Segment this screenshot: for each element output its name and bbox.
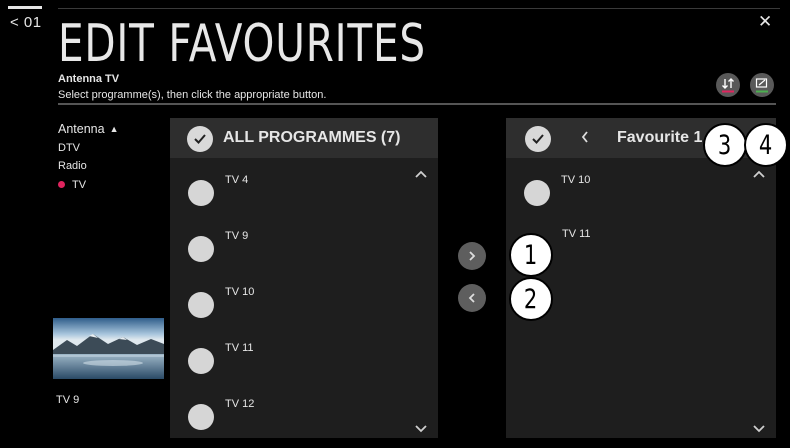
favourite-checkbox[interactable] <box>524 180 550 206</box>
edit-icon <box>755 78 768 93</box>
callout-marker: 3 <box>703 123 747 167</box>
scroll-up-icon[interactable] <box>752 168 766 182</box>
favourite-row[interactable]: TV 10 <box>506 168 776 224</box>
all-programmes-header: ALL PROGRAMMES (7) <box>170 118 438 158</box>
source-name: Antenna TV <box>58 73 120 85</box>
edit-favourite-button[interactable] <box>750 73 774 97</box>
selected-dot-icon <box>58 181 65 188</box>
back-indicator-bar <box>8 6 42 9</box>
sidebar-item-label: TV <box>72 179 87 191</box>
close-icon[interactable]: ✕ <box>758 12 772 31</box>
programme-label: TV 4 <box>225 174 249 186</box>
preview-image <box>53 318 164 379</box>
favourite-panel: Favourite 1 TV 10 TV 11 <box>506 118 776 438</box>
programme-label: TV 12 <box>225 398 255 410</box>
programme-checkbox[interactable] <box>188 236 214 262</box>
scroll-up-icon[interactable] <box>414 168 428 182</box>
select-all-favourite-checkbox[interactable] <box>525 126 551 152</box>
programme-checkbox[interactable] <box>188 180 214 206</box>
chevron-left-icon <box>468 293 475 303</box>
programme-checkbox[interactable] <box>188 404 214 430</box>
programme-checkbox[interactable] <box>188 348 214 374</box>
all-programmes-title: ALL PROGRAMMES (7) <box>223 129 401 146</box>
sidebar-item-tv[interactable]: TV <box>58 179 86 191</box>
sidebar-header[interactable]: Antenna ▲ <box>58 122 119 136</box>
programme-label: TV 10 <box>225 286 255 298</box>
favourite-label: TV 11 <box>562 228 591 240</box>
callout-marker: 4 <box>744 123 788 167</box>
sidebar-item-radio[interactable]: Radio <box>58 160 87 172</box>
back-button[interactable]: < 01 <box>10 14 42 31</box>
instructions-text: Select programme(s), then click the appr… <box>58 89 327 101</box>
programme-row[interactable]: TV 10 <box>170 280 438 336</box>
page-title: EDIT FAVOURITES <box>58 14 426 74</box>
scroll-down-icon[interactable] <box>414 422 428 436</box>
programme-label: TV 9 <box>225 230 249 242</box>
header-divider <box>58 103 776 105</box>
callout-marker: 2 <box>509 277 553 321</box>
sidebar-item-dtv[interactable]: DTV <box>58 142 80 154</box>
callout-marker: 1 <box>509 233 553 277</box>
top-divider <box>58 8 780 9</box>
add-to-favourite-button[interactable] <box>458 242 486 270</box>
favourite-group-title: Favourite 1 <box>617 129 703 146</box>
programme-checkbox[interactable] <box>188 292 214 318</box>
previous-group-button[interactable] <box>580 130 590 149</box>
sidebar-header-label: Antenna <box>58 122 105 136</box>
programme-label: TV 11 <box>225 342 254 354</box>
select-all-checkbox[interactable] <box>187 126 213 152</box>
check-icon <box>532 134 544 144</box>
chevron-right-icon <box>469 251 476 261</box>
reorder-icon <box>722 78 734 93</box>
programme-row[interactable]: TV 12 <box>170 392 438 448</box>
check-icon <box>194 134 206 144</box>
reorder-button[interactable] <box>716 73 740 97</box>
remove-from-favourite-button[interactable] <box>458 284 486 312</box>
favourite-label: TV 10 <box>561 174 591 186</box>
chevron-left-icon <box>581 131 588 143</box>
preview-label: TV 9 <box>56 394 80 406</box>
all-programmes-panel: ALL PROGRAMMES (7) TV 4 TV 9 TV 10 TV 11… <box>170 118 438 438</box>
chevron-up-icon: ▲ <box>109 124 119 134</box>
close-button[interactable]: ✕ <box>758 12 772 32</box>
scroll-down-icon[interactable] <box>752 422 766 436</box>
programme-row[interactable]: TV 4 <box>170 168 438 224</box>
programme-row[interactable]: TV 9 <box>170 224 438 280</box>
programme-row[interactable]: TV 11 <box>170 336 438 392</box>
